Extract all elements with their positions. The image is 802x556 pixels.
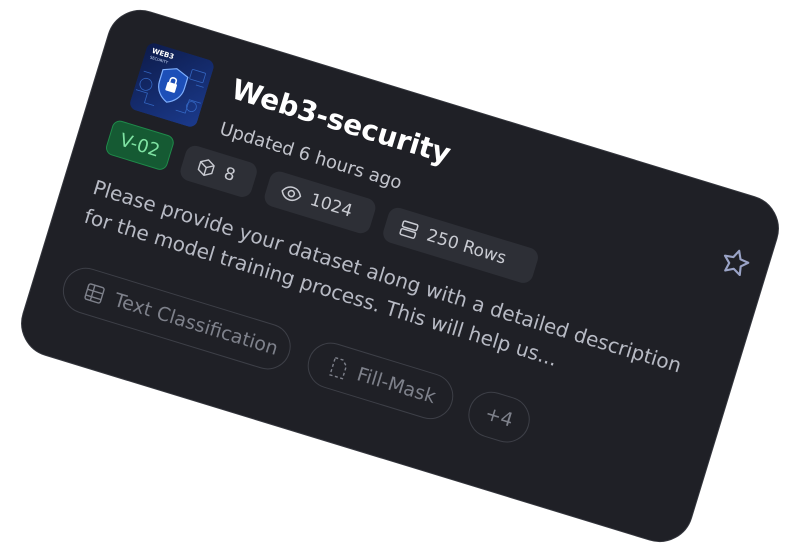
more-tags-button[interactable]: +4: [462, 386, 536, 449]
rows-count: 250 Rows: [424, 225, 509, 269]
tag-label: Fill-Mask: [354, 363, 439, 409]
eye-icon: [281, 186, 302, 202]
more-tags-count: +4: [482, 402, 516, 432]
dataset-thumbnail: WEB3 SECURITY: [128, 41, 216, 129]
rows-icon: [399, 220, 419, 239]
version-badge: V-02: [104, 118, 176, 172]
dataset-card[interactable]: WEB3 SECURITY Web3-security Updated 6 ho…: [12, 1, 788, 551]
views-count: 1024: [307, 189, 355, 222]
text-classification-icon: [84, 283, 105, 304]
tag-fill-mask[interactable]: Fill-Mask: [302, 336, 459, 425]
favorite-button[interactable]: [716, 243, 756, 283]
fill-mask-icon: [329, 356, 348, 380]
star-icon: [723, 249, 750, 277]
downloads-stat: 8: [178, 143, 260, 200]
tag-label: Text Classification: [111, 289, 281, 360]
downloads-count: 8: [221, 163, 238, 186]
stage: WEB3 SECURITY Web3-security Updated 6 ho…: [0, 0, 802, 556]
model-cube-icon: [197, 159, 215, 176]
